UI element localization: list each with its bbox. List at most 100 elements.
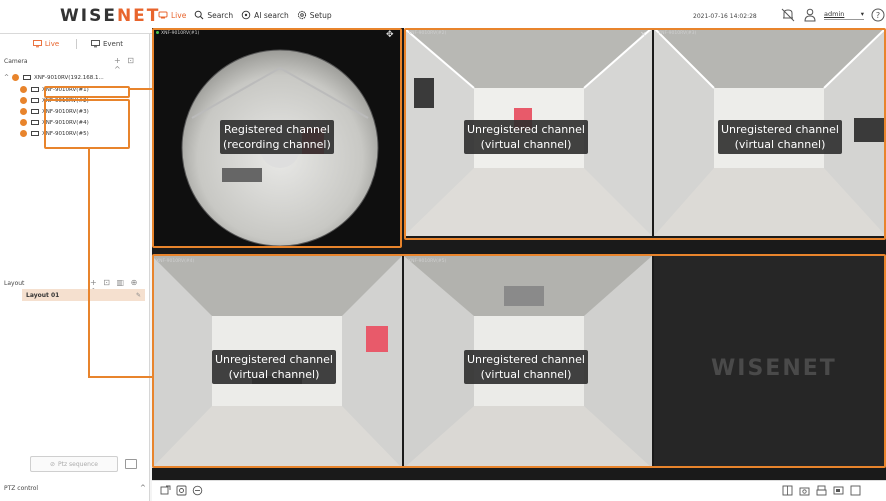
channel-caption: Unregistered channel (virtual channel): [464, 120, 588, 154]
channel-label-3: XNF-9010RV(#3): [42, 108, 89, 115]
grid-layout-icon[interactable]: [782, 485, 793, 496]
tile-label: XNF-9010RV(#1): [156, 31, 199, 36]
chevron-up-icon[interactable]: ^: [140, 484, 146, 492]
status-dot: [20, 119, 27, 126]
top-right-tools: admin ▾ ?: [780, 7, 886, 23]
wisenet-logo: WISENET: [60, 6, 161, 26]
nav-ai-search-label: AI search: [254, 10, 289, 20]
status-dot: [12, 74, 19, 81]
camera-tree: ^ XNF-9010RV(192.168.1... XNF-9010RV(#1)…: [0, 72, 150, 139]
ptz-sequence-label: Ptz sequence: [58, 460, 98, 468]
channel-label-1: XNF-9010RV(#1): [42, 86, 89, 93]
channel-row-1[interactable]: XNF-9010RV(#1): [0, 84, 150, 95]
tab-event[interactable]: Event: [77, 40, 137, 48]
notification-icon[interactable]: [780, 7, 796, 23]
video-tile-2[interactable]: XNF-9010RV(#2) ✕ Unregistered channel (vi…: [404, 28, 652, 236]
layout-section-title: Layout: [4, 280, 25, 287]
channel-caption: Unregistered channel (virtual channel): [718, 120, 842, 154]
channel-row-2[interactable]: XNF-9010RV(#2): [0, 95, 150, 106]
channel-caption: Registered channel (recording channel): [220, 120, 334, 154]
svg-text:?: ?: [876, 11, 880, 20]
video-grid: XNF-9010RV(#1) ✥ Registered channel (reco…: [152, 28, 886, 480]
monitor-icon: [32, 40, 42, 48]
fullscreen-icon[interactable]: [833, 485, 844, 496]
app-window: WISENET Live Search AI search Setup 2021…: [0, 0, 886, 501]
close-icon[interactable]: ✕: [640, 30, 647, 39]
recording-indicator: [156, 31, 159, 34]
channel-caption: Unregistered channel (virtual channel): [212, 350, 336, 384]
camera-icon: [31, 87, 39, 92]
nav-live[interactable]: Live: [158, 10, 186, 20]
channel-label-2: XNF-9010RV(#2): [42, 97, 89, 104]
chevron-down-icon: ▾: [860, 10, 864, 18]
chevron-up-icon[interactable]: ^: [4, 74, 12, 81]
camera-icon: [31, 98, 39, 103]
video-tile-4[interactable]: XNF-9010RV(#4) Unregistered channel (virt…: [152, 256, 402, 468]
bottom-bar: [152, 480, 886, 501]
live-icon: [158, 11, 168, 19]
video-tile-3[interactable]: XNF-9010RV(#3) Unregistered channel (virt…: [654, 28, 886, 236]
connector-line: [130, 88, 154, 90]
ptz-control-label: PTZ control: [4, 485, 39, 492]
channel-label-5: XNF-9010RV(#5): [42, 130, 89, 137]
ptz-sequence-button[interactable]: ⊘ Ptz sequence: [30, 456, 118, 472]
user-icon[interactable]: [802, 7, 818, 23]
expand-icon[interactable]: [850, 485, 861, 496]
nav-setup-label: Setup: [309, 10, 332, 20]
ai-search-icon: [241, 10, 251, 20]
user-dropdown[interactable]: admin ▾: [824, 10, 864, 20]
layout-item-01[interactable]: Layout 01 ✎: [22, 289, 145, 301]
search-icon: [195, 10, 204, 20]
nvr-row[interactable]: ^ XNF-9010RV(192.168.1...: [0, 72, 150, 83]
video-tile-1[interactable]: XNF-9010RV(#1) ✥ Registered channel (reco…: [152, 28, 402, 248]
nav-setup[interactable]: Setup: [297, 10, 332, 20]
channel-caption: Unregistered channel (virtual channel): [464, 350, 588, 384]
datetime-display: 2021-07-16 14:02:28: [693, 13, 757, 20]
channel-row-5[interactable]: XNF-9010RV(#5): [0, 128, 150, 139]
tab-live-label: Live: [44, 40, 60, 48]
popup-icon[interactable]: [160, 485, 171, 496]
event-icon: [91, 40, 100, 48]
nvr-label: XNF-9010RV(192.168.1...: [34, 74, 104, 81]
ptz-preset-icon[interactable]: [125, 459, 137, 469]
layout-save-icon[interactable]: [176, 485, 187, 496]
nav-live-label: Live: [171, 10, 187, 20]
bottom-left-tools: [160, 485, 203, 496]
status-dot: [20, 97, 27, 104]
nav-ai-search[interactable]: AI search: [241, 10, 289, 20]
help-icon[interactable]: ?: [870, 7, 886, 23]
channel-row-4[interactable]: XNF-9010RV(#4): [0, 117, 150, 128]
nvr-icon: [23, 75, 31, 80]
video-tile-5[interactable]: XNF-9010RV(#5) Unregistered channel (virt…: [404, 256, 652, 468]
move-icon[interactable]: ✥: [386, 30, 394, 40]
nav-search-label: Search: [207, 10, 234, 20]
gear-icon: [297, 10, 306, 20]
status-dot: [20, 130, 27, 137]
connector-line: [88, 376, 154, 378]
camera-icon: [31, 120, 39, 125]
channel-row-3[interactable]: XNF-9010RV(#3): [0, 106, 150, 117]
camera-icon: [31, 131, 39, 136]
tab-live[interactable]: Live: [16, 40, 76, 48]
nav-search[interactable]: Search: [194, 10, 233, 20]
channel-label-4: XNF-9010RV(#4): [42, 119, 89, 126]
wisenet-watermark: WISENET: [711, 356, 837, 381]
video-tile-empty[interactable]: WISENET: [654, 256, 886, 468]
tile-label: XNF-9010RV(#5): [408, 259, 447, 264]
status-dot: [20, 108, 27, 115]
status-dot: [20, 86, 27, 93]
edit-icon[interactable]: ✎: [136, 292, 141, 299]
layout-item-label: Layout 01: [26, 291, 60, 299]
connector-line: [88, 148, 90, 376]
panel-tabs: Live Event: [16, 34, 140, 54]
ptz-icon: ⊘: [50, 460, 56, 468]
user-name: admin: [824, 10, 845, 18]
capture-icon[interactable]: [799, 485, 810, 496]
bottom-right-tools: [782, 485, 861, 496]
tile-label: XNF-9010RV(#4): [156, 259, 195, 264]
camera-section-title: Camera: [4, 58, 28, 65]
camera-icon: [31, 109, 39, 114]
print-icon[interactable]: [816, 485, 827, 496]
main-nav: Live Search AI search Setup: [158, 10, 332, 20]
record-icon[interactable]: [192, 485, 203, 496]
